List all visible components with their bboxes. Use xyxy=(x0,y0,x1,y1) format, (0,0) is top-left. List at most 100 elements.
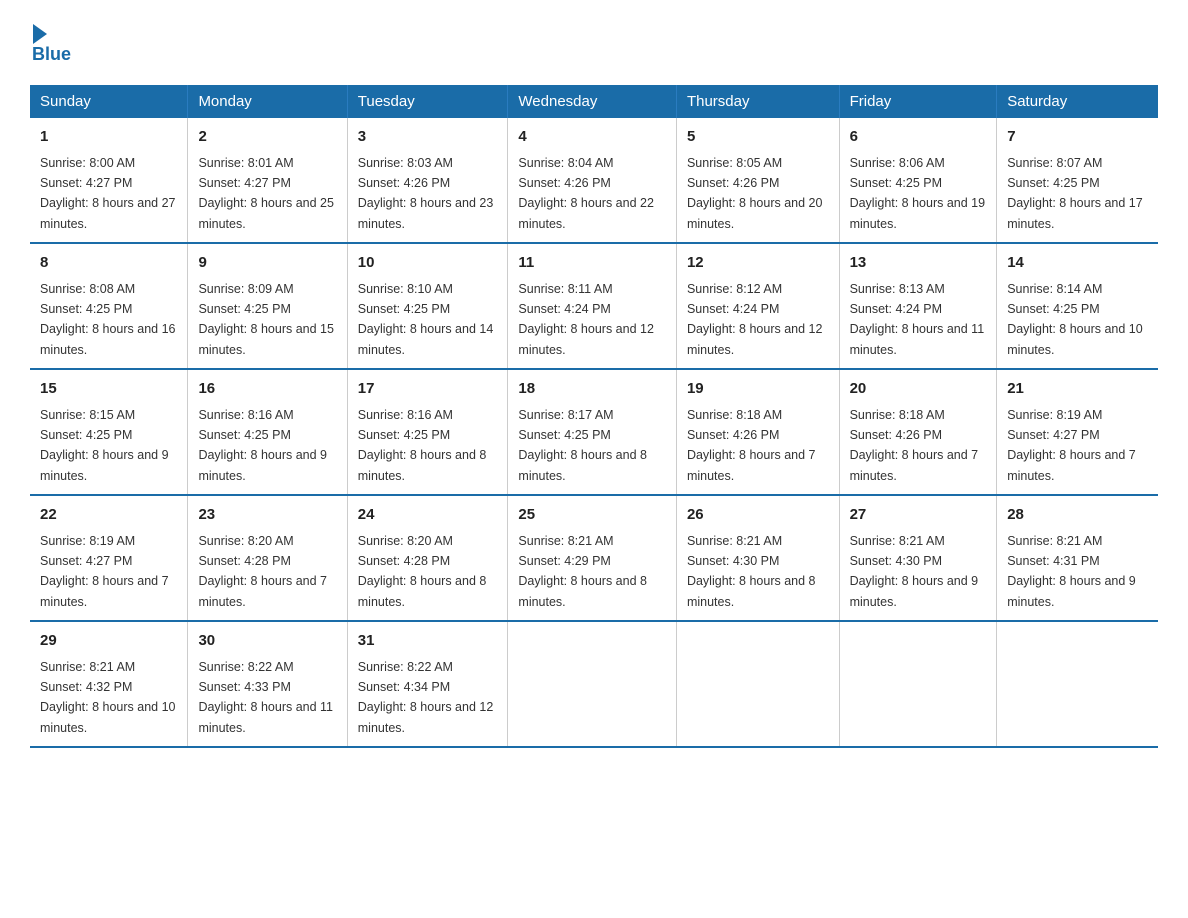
day-cell: 27 Sunrise: 8:21 AMSunset: 4:30 PMDayligh… xyxy=(839,495,997,621)
day-cell: 26 Sunrise: 8:21 AMSunset: 4:30 PMDayligh… xyxy=(676,495,839,621)
day-number: 25 xyxy=(518,504,666,527)
calendar-header-row: SundayMondayTuesdayWednesdayThursdayFrid… xyxy=(30,85,1158,118)
day-cell: 3Sunrise: 8:03 AMSunset: 4:26 PMDaylight… xyxy=(347,118,508,243)
logo-arrow-icon xyxy=(33,24,47,44)
day-cell xyxy=(676,621,839,747)
day-info: Sunrise: 8:19 AMSunset: 4:27 PMDaylight:… xyxy=(40,534,169,609)
day-number: 3 xyxy=(358,126,498,149)
day-info: Sunrise: 8:08 AMSunset: 4:25 PMDaylight:… xyxy=(40,282,176,357)
day-cell: 28 Sunrise: 8:21 AMSunset: 4:31 PMDayligh… xyxy=(997,495,1158,621)
day-info: Sunrise: 8:18 AMSunset: 4:26 PMDaylight:… xyxy=(850,408,979,483)
day-info: Sunrise: 8:06 AMSunset: 4:25 PMDaylight:… xyxy=(850,156,986,231)
day-info: Sunrise: 8:01 AMSunset: 4:27 PMDaylight:… xyxy=(198,156,334,231)
day-info: Sunrise: 8:10 AMSunset: 4:25 PMDaylight:… xyxy=(358,282,494,357)
day-cell: 15Sunrise: 8:15 AMSunset: 4:25 PMDayligh… xyxy=(30,369,188,495)
logo-subtitle: Blue xyxy=(32,44,71,65)
week-row-3: 15Sunrise: 8:15 AMSunset: 4:25 PMDayligh… xyxy=(30,369,1158,495)
day-number: 23 xyxy=(198,504,336,527)
day-cell: 13Sunrise: 8:13 AMSunset: 4:24 PMDayligh… xyxy=(839,243,997,369)
header-monday: Monday xyxy=(188,85,347,118)
week-row-5: 29Sunrise: 8:21 AMSunset: 4:32 PMDayligh… xyxy=(30,621,1158,747)
day-number: 20 xyxy=(850,378,987,401)
day-info: Sunrise: 8:11 AMSunset: 4:24 PMDaylight:… xyxy=(518,282,654,357)
day-cell: 6 Sunrise: 8:06 AMSunset: 4:25 PMDaylight… xyxy=(839,118,997,243)
day-number: 17 xyxy=(358,378,498,401)
day-cell: 21 Sunrise: 8:19 AMSunset: 4:27 PMDayligh… xyxy=(997,369,1158,495)
day-info: Sunrise: 8:18 AMSunset: 4:26 PMDaylight:… xyxy=(687,408,816,483)
day-info: Sunrise: 8:00 AMSunset: 4:27 PMDaylight:… xyxy=(40,156,176,231)
day-number: 13 xyxy=(850,252,987,275)
day-cell: 18Sunrise: 8:17 AMSunset: 4:25 PMDayligh… xyxy=(508,369,677,495)
day-cell: 4Sunrise: 8:04 AMSunset: 4:26 PMDaylight… xyxy=(508,118,677,243)
day-info: Sunrise: 8:09 AMSunset: 4:25 PMDaylight:… xyxy=(198,282,334,357)
calendar-table: SundayMondayTuesdayWednesdayThursdayFrid… xyxy=(30,85,1158,748)
day-number: 11 xyxy=(518,252,666,275)
day-info: Sunrise: 8:12 AMSunset: 4:24 PMDaylight:… xyxy=(687,282,823,357)
day-cell: 8 Sunrise: 8:08 AMSunset: 4:25 PMDaylight… xyxy=(30,243,188,369)
day-info: Sunrise: 8:16 AMSunset: 4:25 PMDaylight:… xyxy=(198,408,327,483)
day-number: 30 xyxy=(198,630,336,653)
day-info: Sunrise: 8:21 AMSunset: 4:30 PMDaylight:… xyxy=(687,534,816,609)
day-cell: 1 Sunrise: 8:00 AMSunset: 4:27 PMDaylight… xyxy=(30,118,188,243)
day-number: 31 xyxy=(358,630,498,653)
header-thursday: Thursday xyxy=(676,85,839,118)
day-cell: 16 Sunrise: 8:16 AMSunset: 4:25 PMDayligh… xyxy=(188,369,347,495)
day-number: 16 xyxy=(198,378,336,401)
day-number: 27 xyxy=(850,504,987,527)
day-number: 26 xyxy=(687,504,829,527)
week-row-1: 1 Sunrise: 8:00 AMSunset: 4:27 PMDaylight… xyxy=(30,118,1158,243)
day-cell: 7Sunrise: 8:07 AMSunset: 4:25 PMDaylight… xyxy=(997,118,1158,243)
day-number: 6 xyxy=(850,126,987,149)
day-info: Sunrise: 8:21 AMSunset: 4:32 PMDaylight:… xyxy=(40,660,176,735)
day-cell: 31 Sunrise: 8:22 AMSunset: 4:34 PMDayligh… xyxy=(347,621,508,747)
day-cell: 5 Sunrise: 8:05 AMSunset: 4:26 PMDaylight… xyxy=(676,118,839,243)
day-info: Sunrise: 8:20 AMSunset: 4:28 PMDaylight:… xyxy=(358,534,487,609)
day-cell: 24 Sunrise: 8:20 AMSunset: 4:28 PMDayligh… xyxy=(347,495,508,621)
day-number: 9 xyxy=(198,252,336,275)
day-number: 1 xyxy=(40,126,177,149)
page-header: Blue xyxy=(30,20,1158,65)
day-info: Sunrise: 8:14 AMSunset: 4:25 PMDaylight:… xyxy=(1007,282,1143,357)
logo: Blue xyxy=(30,20,71,65)
day-number: 2 xyxy=(198,126,336,149)
day-cell: 30 Sunrise: 8:22 AMSunset: 4:33 PMDayligh… xyxy=(188,621,347,747)
day-number: 10 xyxy=(358,252,498,275)
day-cell: 22Sunrise: 8:19 AMSunset: 4:27 PMDayligh… xyxy=(30,495,188,621)
week-row-2: 8 Sunrise: 8:08 AMSunset: 4:25 PMDaylight… xyxy=(30,243,1158,369)
day-number: 24 xyxy=(358,504,498,527)
day-cell: 25 Sunrise: 8:21 AMSunset: 4:29 PMDayligh… xyxy=(508,495,677,621)
day-number: 14 xyxy=(1007,252,1148,275)
day-info: Sunrise: 8:05 AMSunset: 4:26 PMDaylight:… xyxy=(687,156,823,231)
day-number: 18 xyxy=(518,378,666,401)
day-cell xyxy=(997,621,1158,747)
day-info: Sunrise: 8:21 AMSunset: 4:29 PMDaylight:… xyxy=(518,534,647,609)
day-number: 21 xyxy=(1007,378,1148,401)
day-info: Sunrise: 8:20 AMSunset: 4:28 PMDaylight:… xyxy=(198,534,327,609)
day-cell: 23 Sunrise: 8:20 AMSunset: 4:28 PMDayligh… xyxy=(188,495,347,621)
header-tuesday: Tuesday xyxy=(347,85,508,118)
day-cell: 12Sunrise: 8:12 AMSunset: 4:24 PMDayligh… xyxy=(676,243,839,369)
day-cell xyxy=(839,621,997,747)
day-number: 28 xyxy=(1007,504,1148,527)
day-number: 5 xyxy=(687,126,829,149)
day-info: Sunrise: 8:04 AMSunset: 4:26 PMDaylight:… xyxy=(518,156,654,231)
day-info: Sunrise: 8:22 AMSunset: 4:34 PMDaylight:… xyxy=(358,660,494,735)
day-cell: 9 Sunrise: 8:09 AMSunset: 4:25 PMDaylight… xyxy=(188,243,347,369)
day-cell: 11 Sunrise: 8:11 AMSunset: 4:24 PMDayligh… xyxy=(508,243,677,369)
day-cell: 17 Sunrise: 8:16 AMSunset: 4:25 PMDayligh… xyxy=(347,369,508,495)
day-cell: 14 Sunrise: 8:14 AMSunset: 4:25 PMDayligh… xyxy=(997,243,1158,369)
day-number: 8 xyxy=(40,252,177,275)
header-wednesday: Wednesday xyxy=(508,85,677,118)
day-info: Sunrise: 8:19 AMSunset: 4:27 PMDaylight:… xyxy=(1007,408,1136,483)
day-number: 19 xyxy=(687,378,829,401)
day-cell: 29Sunrise: 8:21 AMSunset: 4:32 PMDayligh… xyxy=(30,621,188,747)
header-friday: Friday xyxy=(839,85,997,118)
day-info: Sunrise: 8:22 AMSunset: 4:33 PMDaylight:… xyxy=(198,660,333,735)
day-info: Sunrise: 8:21 AMSunset: 4:30 PMDaylight:… xyxy=(850,534,979,609)
day-number: 15 xyxy=(40,378,177,401)
day-info: Sunrise: 8:21 AMSunset: 4:31 PMDaylight:… xyxy=(1007,534,1136,609)
day-cell: 20 Sunrise: 8:18 AMSunset: 4:26 PMDayligh… xyxy=(839,369,997,495)
day-info: Sunrise: 8:16 AMSunset: 4:25 PMDaylight:… xyxy=(358,408,487,483)
day-cell: 19 Sunrise: 8:18 AMSunset: 4:26 PMDayligh… xyxy=(676,369,839,495)
day-cell: 10 Sunrise: 8:10 AMSunset: 4:25 PMDayligh… xyxy=(347,243,508,369)
